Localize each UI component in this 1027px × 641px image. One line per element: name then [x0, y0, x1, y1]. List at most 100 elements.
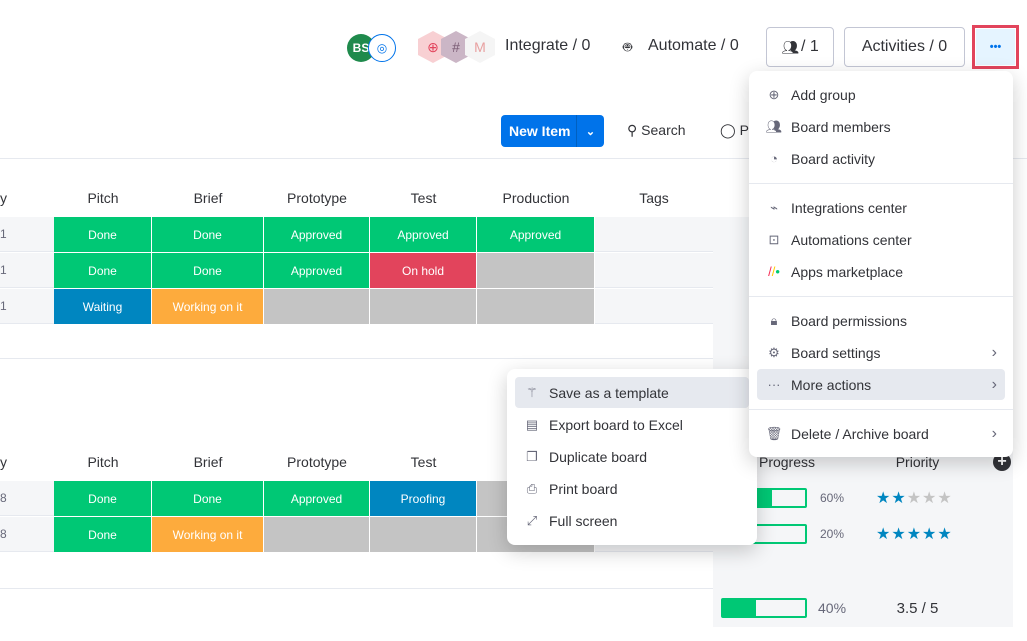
- row-partial-cell: 1: [0, 299, 7, 313]
- status-cell[interactable]: [370, 517, 477, 552]
- submenu-item-full-screen[interactable]: ⤢ Full screen: [515, 505, 749, 536]
- more-actions-submenu: ⚚ Save as a template ▤ Export board to Exce…: [507, 369, 757, 545]
- status-cell[interactable]: [370, 289, 477, 324]
- menu-item-more-actions[interactable]: ··· More actions ›: [757, 369, 1005, 400]
- status-cell[interactable]: Approved: [370, 217, 477, 252]
- members-icon: 👥︎: [781, 38, 799, 55]
- status-cell[interactable]: Approved: [264, 217, 370, 252]
- submenu-item-export-board-to-excel[interactable]: ▤ Export board to Excel: [515, 409, 749, 440]
- status-cell[interactable]: [264, 517, 370, 552]
- lock-icon: 🔒︎: [770, 312, 778, 328]
- submenu-item-duplicate-board[interactable]: ❐ Duplicate board: [515, 441, 749, 472]
- robot-icon: 🤖︎: [623, 39, 633, 56]
- menu-item-label: Board settings: [791, 344, 881, 361]
- star-icon[interactable]: ★: [876, 526, 891, 543]
- status-cell[interactable]: Proofing: [370, 481, 477, 516]
- excel-icon: ▤: [525, 416, 539, 432]
- magic-wand-icon: ⚚: [526, 384, 538, 400]
- status-cell[interactable]: Done: [54, 217, 152, 252]
- submenu-item-label: Duplicate board: [549, 448, 648, 465]
- menu-item-board-permissions[interactable]: 🔒︎ Board permissions: [757, 305, 1005, 336]
- menu-item-delete-archive-board[interactable]: 🗑︎ Delete / Archive board ›: [757, 418, 1005, 449]
- new-item-button[interactable]: New Item ⌄: [501, 115, 604, 147]
- star-icon[interactable]: ★: [876, 490, 891, 507]
- summary-priority: 3.5 / 5: [896, 600, 939, 617]
- gmail-icon[interactable]: M: [465, 31, 495, 63]
- status-cell[interactable]: Done: [54, 517, 152, 552]
- menu-item-label: Board permissions: [791, 312, 907, 329]
- menu-item-board-settings[interactable]: ⚙ Board settings ›: [757, 337, 1005, 368]
- person-filter-button[interactable]: ◯ P: [720, 122, 749, 139]
- star-icon[interactable]: ★: [891, 526, 906, 543]
- activities-button[interactable]: Activities / 0: [844, 27, 965, 67]
- status-cell[interactable]: Waiting: [54, 289, 152, 324]
- star-icon[interactable]: ★: [937, 490, 952, 507]
- status-cell[interactable]: [477, 253, 595, 288]
- status-cell[interactable]: Done: [152, 253, 264, 288]
- integrate-button[interactable]: Integrate / 0: [505, 37, 590, 55]
- star-icon[interactable]: ★: [922, 526, 937, 543]
- gear-icon: ⚙: [768, 344, 780, 360]
- column-header-brief: Brief: [193, 190, 223, 206]
- star-icon[interactable]: ★: [907, 526, 922, 543]
- row-partial-cell: 8: [0, 491, 7, 505]
- priority-rating[interactable]: ★★★★★: [876, 524, 953, 544]
- menu-item-apps-marketplace[interactable]: //• Apps marketplace: [757, 256, 1005, 287]
- members-button[interactable]: 👥︎/ 1: [766, 27, 834, 67]
- menu-item-board-members[interactable]: 👥︎ Board members: [757, 111, 1005, 142]
- chevron-down-icon[interactable]: ⌄: [576, 115, 604, 147]
- menu-item-label: Integrations center: [791, 199, 907, 216]
- robot-icon: ⊡: [768, 231, 780, 247]
- status-cell[interactable]: Approved: [477, 217, 595, 252]
- status-cell[interactable]: Approved: [264, 481, 370, 516]
- status-cell[interactable]: Working on it: [152, 289, 264, 324]
- progress-label: 60%: [820, 491, 845, 505]
- menu-item-label: Board activity: [791, 150, 876, 167]
- chevron-right-icon: ›: [991, 343, 997, 361]
- status-cell[interactable]: Done: [54, 481, 152, 516]
- submenu-item-save-as-a-template[interactable]: ⚚ Save as a template: [515, 377, 749, 408]
- menu-item-automations-center[interactable]: ⊡ Automations center: [757, 224, 1005, 255]
- group-1-footer: [0, 358, 713, 359]
- menu-item-integrations-center[interactable]: ⌁ Integrations center: [757, 192, 1005, 223]
- menu-item-board-activity[interactable]: ◔ Board activity: [757, 143, 1005, 174]
- status-cell[interactable]: Done: [54, 253, 152, 288]
- menu-divider: [749, 409, 1013, 410]
- submenu-item-label: Save as a template: [549, 384, 669, 401]
- status-cell[interactable]: On hold: [370, 253, 477, 288]
- status-cell[interactable]: Done: [152, 481, 264, 516]
- star-icon[interactable]: ★: [891, 490, 906, 507]
- status-cell[interactable]: Approved: [264, 253, 370, 288]
- person-icon: ◯: [720, 122, 736, 138]
- column-header-prototype: Prototype: [287, 190, 347, 206]
- new-item-label: New Item: [509, 123, 571, 139]
- chevron-right-icon: ›: [991, 424, 997, 442]
- search-icon: ⚲: [627, 122, 638, 138]
- submenu-item-label: Full screen: [549, 512, 618, 529]
- more-options-button[interactable]: •••: [976, 29, 1015, 65]
- column-header-prototype: Prototype: [287, 454, 347, 470]
- menu-item-label: More actions: [791, 376, 872, 393]
- column-header-partial: y: [0, 454, 7, 470]
- status-cell[interactable]: Working on it: [152, 517, 264, 552]
- status-cell[interactable]: [477, 289, 595, 324]
- automate-button[interactable]: Automate / 0: [648, 37, 739, 55]
- dots-icon: ···: [767, 377, 781, 392]
- viewer-icon[interactable]: ◎: [368, 34, 396, 62]
- star-icon[interactable]: ★: [937, 526, 952, 543]
- printer-icon: ⎙: [526, 480, 538, 496]
- summary-progress-bar: [721, 598, 807, 618]
- column-header-test: Test: [410, 190, 437, 206]
- search-button[interactable]: ⚲ Search: [627, 122, 686, 139]
- duplicate-icon: ❐: [526, 448, 538, 464]
- priority-rating[interactable]: ★★★★★: [876, 488, 953, 508]
- trash-icon: 🗑︎: [765, 425, 783, 441]
- submenu-item-print-board[interactable]: ⎙ Print board: [515, 473, 749, 504]
- star-icon[interactable]: ★: [907, 490, 922, 507]
- status-cell[interactable]: [264, 289, 370, 324]
- column-header-pitch: Pitch: [87, 190, 119, 206]
- menu-item-label: Automations center: [791, 231, 912, 248]
- star-icon[interactable]: ★: [922, 490, 937, 507]
- status-cell[interactable]: Done: [152, 217, 264, 252]
- menu-item-add-group[interactable]: ⊕ Add group: [757, 79, 1005, 110]
